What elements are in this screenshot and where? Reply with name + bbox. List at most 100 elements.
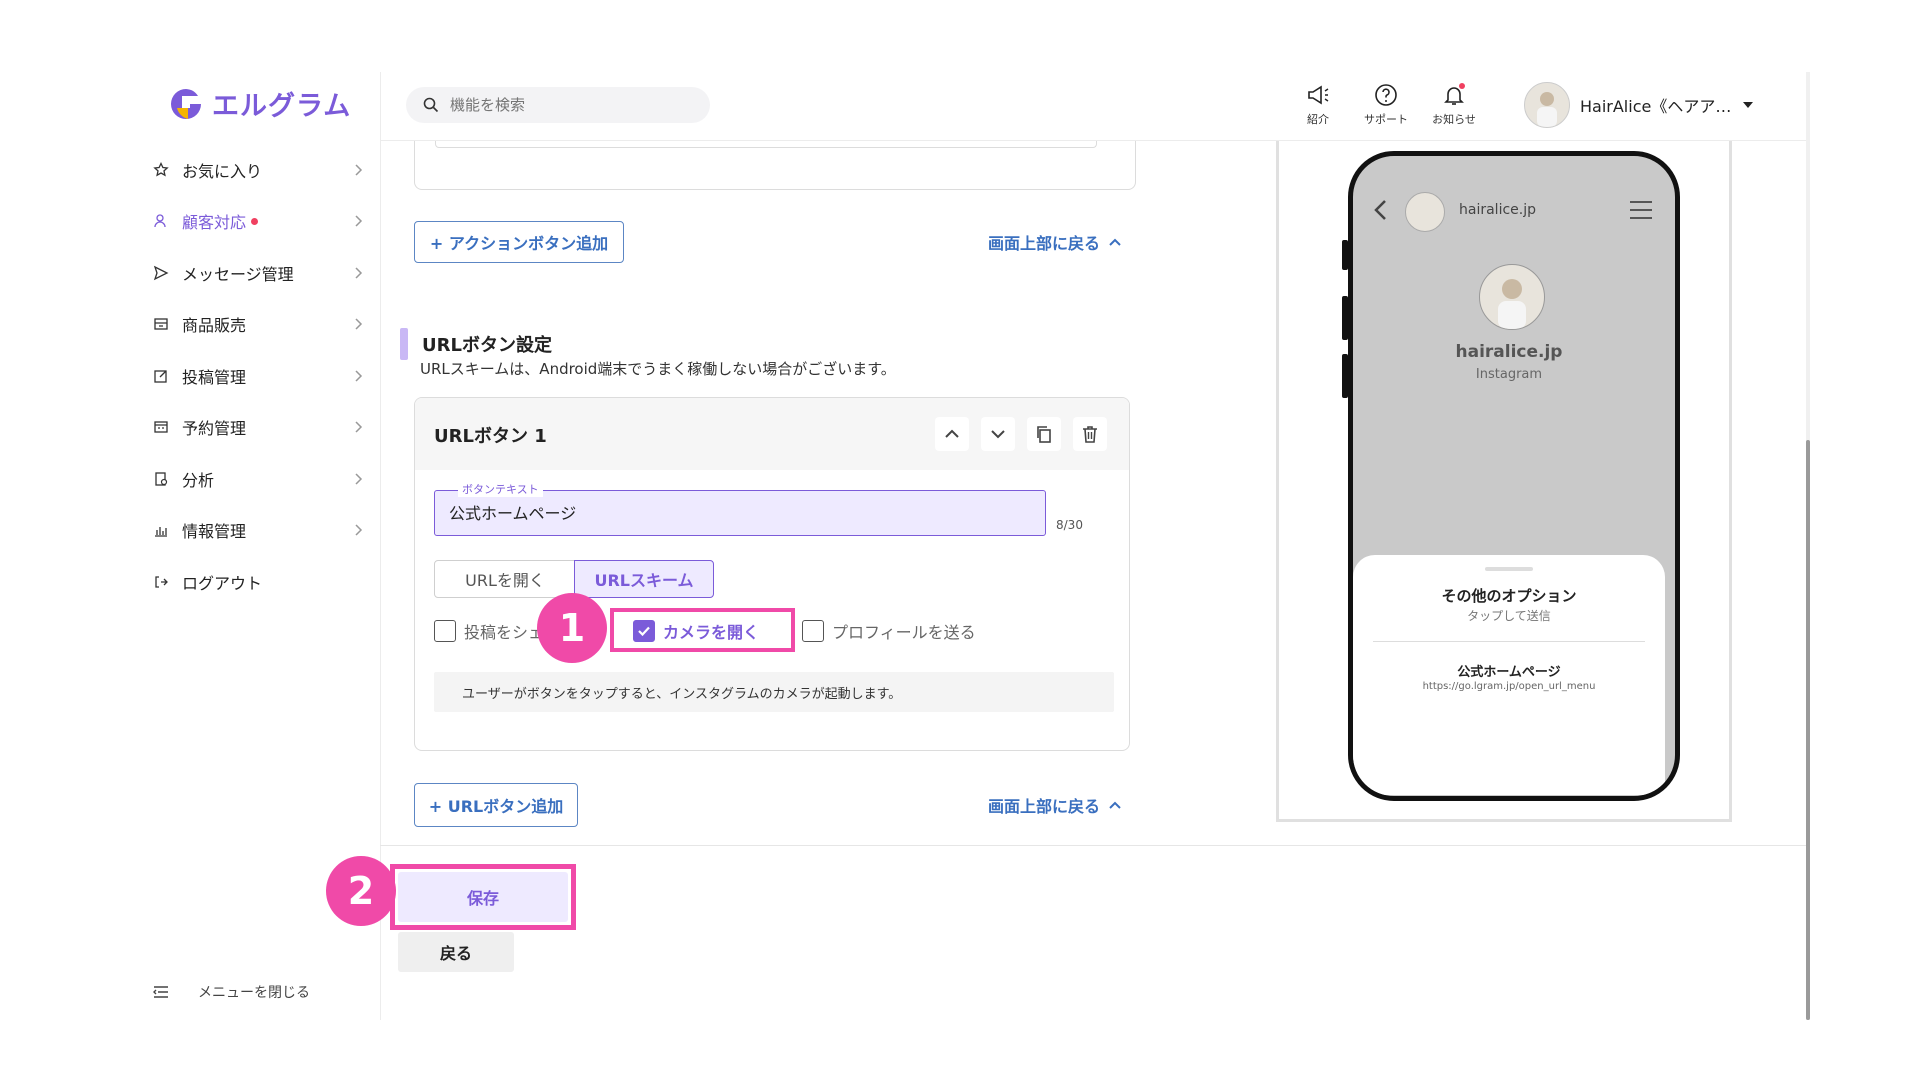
sheet-item-title[interactable]: 公式ホームページ — [1353, 661, 1665, 680]
chevron-right-icon — [355, 318, 363, 330]
sidebar-item-analytics[interactable]: 分析 — [152, 459, 367, 499]
report-icon — [152, 470, 170, 488]
star-icon — [152, 161, 170, 179]
copy-icon — [1037, 426, 1051, 443]
sidebar-item-reservations[interactable]: 予約管理 — [152, 407, 367, 447]
scrollbar-thumb[interactable] — [1806, 440, 1810, 1020]
delete-button[interactable] — [1073, 417, 1107, 451]
caret-down-icon — [1743, 102, 1754, 108]
sidebar-item-posts[interactable]: 投稿管理 — [152, 356, 367, 396]
button-text-input[interactable] — [447, 501, 1011, 522]
sidebar-item-label: お気に入り — [182, 162, 263, 181]
add-action-button[interactable]: + アクションボタン追加 — [414, 221, 624, 263]
sidebar-item-sales[interactable]: 商品販売 — [152, 304, 367, 344]
sheet-handle — [1485, 567, 1533, 571]
close-menu-label: メニューを閉じる — [198, 985, 310, 1001]
phone-preview: hairalice.jp hairalice.jp Instagram その他の… — [1348, 151, 1680, 801]
chevron-down-icon — [991, 430, 1005, 439]
megaphone-icon — [1308, 85, 1329, 105]
calendar-icon — [152, 418, 170, 436]
notification-button[interactable]: お知らせ — [1424, 82, 1484, 127]
checkbox-unchecked[interactable] — [802, 620, 824, 642]
sidebar-item-label: メッセージ管理 — [182, 265, 294, 284]
option-share-post[interactable]: 投稿をシェ — [434, 619, 544, 643]
bar-chart-icon — [152, 521, 170, 539]
profile-name: hairalice.jp — [1455, 342, 1563, 362]
sheet-sub: タップして送信 — [1467, 609, 1551, 623]
chevron-up-icon — [1109, 801, 1121, 809]
save-button[interactable]: 保存 — [398, 872, 568, 922]
profile-sub: Instagram — [1475, 367, 1543, 382]
phone-username: hairalice.jp — [1459, 202, 1536, 218]
previous-card-bottom — [414, 141, 1136, 190]
sidebar-item-logout[interactable]: ログアウト — [152, 562, 367, 602]
hamburger-menu-icon — [1630, 201, 1652, 219]
chevron-right-icon — [355, 370, 363, 382]
chevron-right-icon — [355, 267, 363, 279]
close-menu-button[interactable]: メニューを閉じる — [152, 982, 310, 1002]
char-count: 8/30 — [1056, 518, 1083, 532]
chevron-right-icon — [355, 215, 363, 227]
notification-dot — [251, 217, 259, 225]
chevron-right-icon — [355, 473, 363, 485]
sidebar-item-label: ログアウト — [182, 574, 263, 593]
sidebar-item-info[interactable]: 情報管理 — [152, 510, 367, 550]
support-label: サポート — [1364, 113, 1408, 126]
bell-icon — [1444, 83, 1465, 105]
add-url-button[interactable]: + URLボタン追加 — [414, 783, 578, 827]
app-name: エルグラム — [212, 91, 352, 122]
back-arrow-icon — [1374, 200, 1386, 220]
search-bar[interactable] — [406, 87, 710, 123]
options-sheet: その他のオプション タップして送信 公式ホームページ https://go.lg… — [1353, 555, 1665, 795]
sidebar-item-messages[interactable]: メッセージ管理 — [152, 253, 367, 293]
check-icon — [638, 626, 650, 637]
notify-label: お知らせ — [1432, 113, 1476, 126]
back-to-top-link-2[interactable]: 画面上部に戻る — [988, 793, 1122, 817]
field-label: ボタンテキスト — [458, 481, 543, 497]
move-down-button[interactable] — [981, 417, 1015, 451]
section-note: URLスキームは、Android端末でうまく稼働しない場合がございます。 — [420, 360, 896, 378]
back-to-top-link[interactable]: 画面上部に戻る — [988, 230, 1122, 254]
trash-icon — [1083, 426, 1097, 443]
back-to-top-label: 画面上部に戻る — [988, 797, 1101, 816]
option-open-camera[interactable]: カメラを開く — [633, 619, 759, 643]
option-share-post-label: 投稿をシェ — [464, 623, 545, 642]
sheet-item-url: https://go.lgram.jp/open_url_menu — [1422, 681, 1596, 692]
sheet-divider — [1373, 641, 1645, 642]
checkbox-checked[interactable] — [633, 620, 655, 642]
chevron-up-icon — [1109, 238, 1121, 246]
intro-button[interactable]: 紹介 — [1288, 82, 1348, 127]
logo-icon — [171, 88, 201, 119]
tab-open-url[interactable]: URLを開く — [434, 560, 576, 598]
copy-button[interactable] — [1027, 417, 1061, 451]
option-send-profile[interactable]: プロフィールを送る — [802, 619, 976, 643]
back-button[interactable]: 戻る — [398, 932, 514, 972]
info-text: ユーザーがボタンをタップすると、インスタグラムのカメラが起動します。 — [462, 686, 902, 702]
sidebar-item-label: 情報管理 — [182, 522, 247, 541]
sidebar-item-label: 分析 — [182, 471, 215, 490]
profile-avatar — [1479, 264, 1545, 330]
sidebar-item-label: 商品販売 — [182, 316, 247, 335]
back-to-top-label: 画面上部に戻る — [988, 234, 1101, 253]
checkbox-unchecked[interactable] — [434, 620, 456, 642]
search-input[interactable] — [448, 95, 702, 115]
sidebar-item-customer[interactable]: 顧客対応 — [152, 201, 367, 241]
sidebar-item-label: 投稿管理 — [182, 368, 247, 387]
logout-icon — [152, 573, 170, 591]
sidebar-item-label: 予約管理 — [182, 419, 247, 438]
app-logo[interactable]: エルグラム — [168, 84, 351, 123]
help-icon — [1375, 84, 1397, 106]
user-menu[interactable]: HairAlice《ヘアア… — [1524, 82, 1755, 128]
send-icon — [152, 264, 170, 282]
support-button[interactable]: サポート — [1356, 82, 1416, 127]
move-up-button[interactable] — [935, 417, 969, 451]
sidebar-item-favorites[interactable]: お気に入り — [152, 150, 367, 190]
annotation-badge-2: 2 — [326, 856, 396, 926]
option-send-profile-label: プロフィールを送る — [832, 623, 976, 642]
annotation-badge-1: 1 — [537, 593, 607, 663]
chevron-up-icon — [945, 429, 959, 438]
user-name: HairAlice《ヘアア… — [1580, 97, 1732, 116]
menu-collapse-icon — [153, 986, 168, 998]
tab-url-scheme[interactable]: URLスキーム — [574, 560, 714, 598]
card-title: URLボタン 1 — [434, 426, 547, 447]
